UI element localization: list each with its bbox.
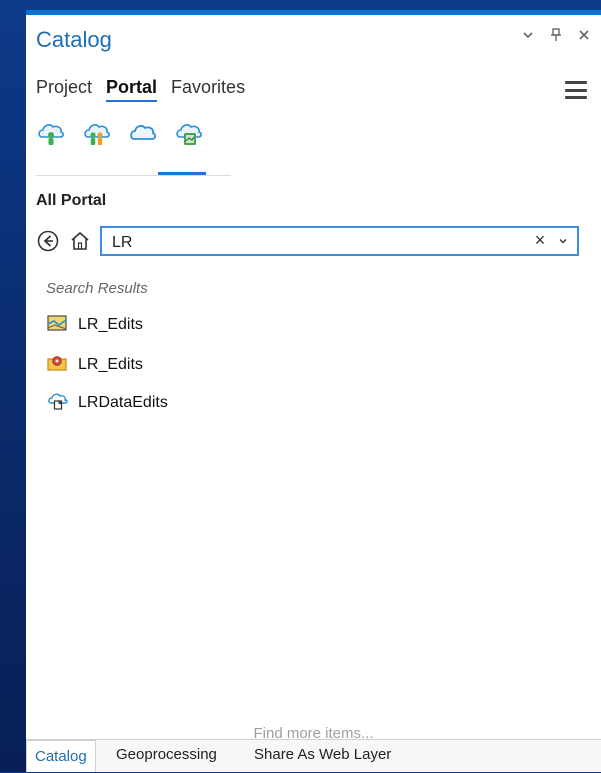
portal-scope-icons bbox=[36, 119, 204, 149]
catalog-tabs: Project Portal Favorites bbox=[36, 77, 245, 102]
tab-geoprocessing[interactable]: Geoprocessing bbox=[116, 746, 217, 763]
list-item[interactable]: LR_Edits bbox=[46, 312, 143, 338]
result-label: LRDataEdits bbox=[78, 394, 168, 411]
window-controls bbox=[519, 26, 593, 44]
close-icon[interactable] bbox=[575, 26, 593, 44]
my-content-icon[interactable] bbox=[36, 119, 66, 149]
clear-search-icon[interactable]: × bbox=[531, 230, 549, 250]
search-input[interactable] bbox=[110, 232, 514, 254]
all-portal-icon[interactable] bbox=[128, 119, 158, 149]
catalog-panel: Catalog Project Portal Favorites All Por… bbox=[26, 10, 601, 772]
hamburger-icon[interactable] bbox=[565, 81, 587, 99]
icon-row-divider bbox=[36, 175, 231, 176]
dropdown-icon[interactable] bbox=[519, 26, 537, 44]
pin-icon[interactable] bbox=[547, 26, 565, 44]
home-icon[interactable] bbox=[68, 229, 92, 253]
feature-layer-icon bbox=[46, 353, 68, 378]
groups-icon[interactable] bbox=[82, 119, 112, 149]
search-box: × bbox=[100, 226, 579, 256]
list-item[interactable]: LR_Edits bbox=[46, 352, 143, 378]
scope-label: All Portal bbox=[36, 192, 107, 209]
panel-title: Catalog bbox=[36, 27, 112, 52]
map-icon bbox=[46, 313, 68, 338]
list-item[interactable]: LRDataEdits bbox=[46, 390, 168, 416]
panel-titlebar: Catalog bbox=[26, 15, 601, 59]
living-atlas-icon[interactable] bbox=[174, 119, 204, 149]
service-icon bbox=[46, 391, 68, 416]
tab-portal[interactable]: Portal bbox=[106, 77, 158, 102]
tab-catalog[interactable]: Catalog bbox=[26, 740, 96, 772]
search-options-dropdown-icon[interactable] bbox=[557, 235, 569, 247]
result-label: LR_Edits bbox=[78, 316, 143, 333]
result-label: LR_Edits bbox=[78, 356, 143, 373]
bottom-tabs: Catalog Geoprocessing Share As Web Layer bbox=[26, 739, 601, 772]
back-icon[interactable] bbox=[36, 229, 60, 253]
search-results-heading: Search Results bbox=[46, 280, 148, 297]
tab-share-as-web-layer[interactable]: Share As Web Layer bbox=[254, 746, 391, 763]
tab-favorites[interactable]: Favorites bbox=[171, 77, 245, 102]
tab-project[interactable]: Project bbox=[36, 77, 92, 102]
search-row: × bbox=[36, 226, 579, 256]
